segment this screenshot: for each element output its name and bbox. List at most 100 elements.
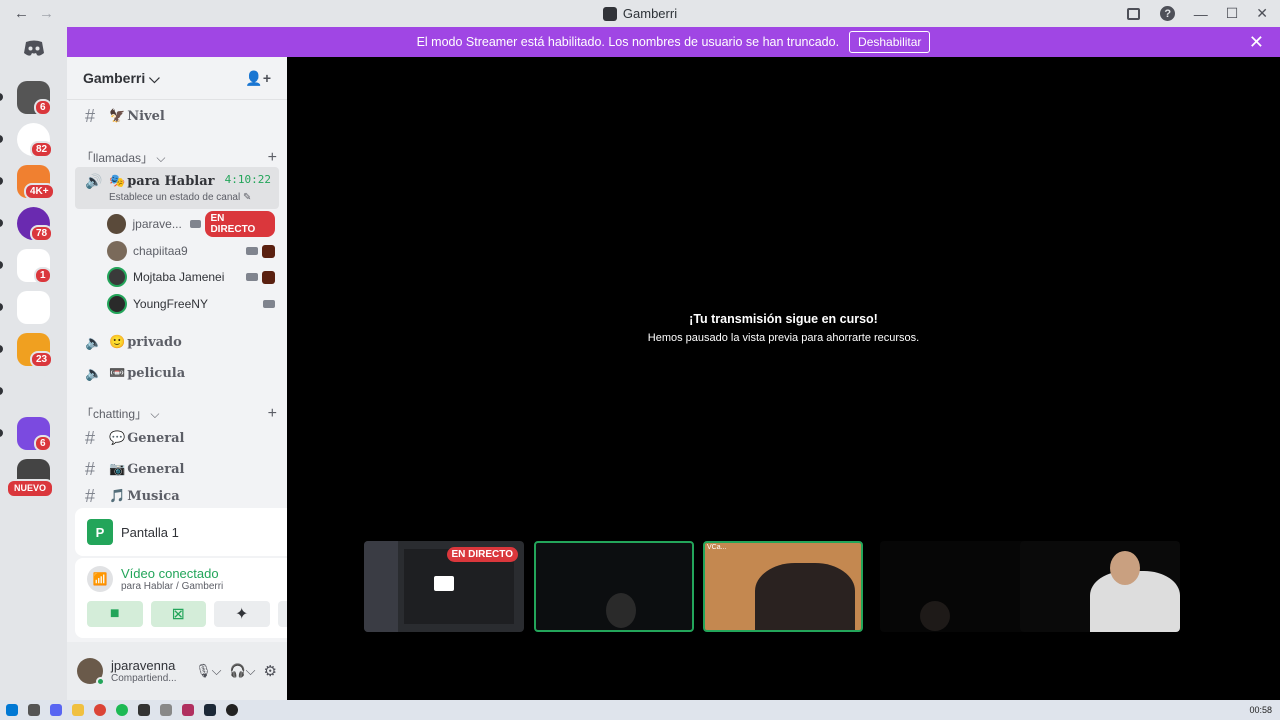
user-status: Compartiend...: [111, 673, 177, 684]
voice-member[interactable]: Mojtaba Jamenei: [107, 265, 275, 289]
server-icon-6[interactable]: [17, 291, 50, 324]
user-panel: jparavenna Compartiend... 🎙⌵ 🎧⌵ ⚙: [67, 642, 287, 700]
screen-share-title: Pantalla 1: [121, 524, 179, 540]
add-channel-icon[interactable]: +: [268, 149, 277, 167]
server-icon: [602, 6, 617, 21]
video-stage: ¡Tu transmisión sigue en curso! Hemos pa…: [287, 57, 1280, 700]
settings-gear-icon[interactable]: [28, 704, 40, 716]
steam-icon[interactable]: [204, 704, 216, 716]
channel-status[interactable]: Establece un estado de canal ✎: [109, 192, 279, 203]
maximize-button[interactable]: ☐: [1226, 5, 1239, 22]
camera-icon: [189, 220, 202, 228]
monitor-icon: [434, 576, 454, 591]
app-icon[interactable]: [182, 704, 194, 716]
close-banner-icon[interactable]: ✕: [1249, 32, 1264, 53]
speaker-locked-icon: 🔈: [85, 333, 103, 350]
activities-button[interactable]: ✦: [214, 601, 270, 627]
speaker-icon: 🔈: [85, 364, 103, 381]
mention-badge: 82: [30, 141, 54, 158]
video-tile-stream[interactable]: EN DIRECTO: [364, 541, 524, 632]
windows-start-icon[interactable]: [6, 704, 18, 716]
mention-badge: 23: [30, 351, 54, 368]
server-header[interactable]: Gamberri ⌵ 👤+: [67, 57, 287, 100]
obs-icon[interactable]: [226, 704, 238, 716]
speaker-icon: 🔊: [85, 173, 103, 189]
server-list: 6 82 4K+ 78 1 23 6 NUEVO: [0, 27, 67, 700]
os-taskbar: 00:58: [0, 700, 1280, 720]
server-icon-8[interactable]: [17, 375, 50, 408]
tile-label: VCa...: [707, 544, 727, 551]
banner-text: El modo Streamer está habilitado. Los no…: [416, 35, 840, 49]
camera-icon: [246, 247, 258, 255]
help-icon[interactable]: ?: [1160, 6, 1176, 22]
video-tile-camera[interactable]: VCa...: [703, 541, 863, 632]
microphone-icon[interactable]: 🎙⌵: [195, 663, 221, 679]
live-badge: EN DIRECTO: [205, 211, 275, 237]
connection-icon[interactable]: 📶: [87, 566, 113, 592]
channel-pelicula[interactable]: 🔈 📼 pelicula: [75, 358, 279, 388]
chrome-icon[interactable]: [94, 704, 106, 716]
voice-timer: 4:10:22: [224, 173, 271, 186]
video-tile-camera[interactable]: [1020, 541, 1180, 632]
voice-status[interactable]: Vídeo conectado: [121, 566, 223, 581]
channel-emoji-icon: 🎭: [109, 173, 126, 188]
category-chatting[interactable]: 「chatting」 ⌵ +: [81, 405, 277, 423]
stream-title: ¡Tu transmisión sigue en curso!: [689, 312, 878, 326]
close-window-button[interactable]: ✕: [1256, 5, 1268, 22]
terminal-icon[interactable]: [138, 704, 150, 716]
category-llamadas[interactable]: 「llamadas」 ⌵ +: [81, 149, 277, 167]
channel-emoji-icon: 🦅: [109, 108, 126, 123]
spotify-icon[interactable]: [116, 704, 128, 716]
stream-subtitle: Hemos pausado la vista previa para ahorr…: [647, 332, 920, 344]
avatar: [107, 241, 127, 261]
voice-member[interactable]: chapiitaa9: [107, 239, 275, 263]
channel-general-2[interactable]: # 📷 General: [75, 454, 279, 484]
settings-gear-icon[interactable]: ⚙: [264, 662, 277, 680]
forward-button[interactable]: →: [39, 5, 54, 22]
camera-icon: [263, 300, 275, 308]
minimize-button[interactable]: —: [1194, 6, 1208, 22]
channel-emoji-icon: 💬: [109, 430, 126, 445]
mention-badge: 78: [30, 225, 54, 242]
file-explorer-icon[interactable]: [72, 704, 84, 716]
screen-share-button[interactable]: ⊠: [150, 601, 206, 627]
add-member-icon[interactable]: 👤+: [245, 70, 271, 87]
disable-streamer-button[interactable]: Deshabilitar: [849, 31, 931, 53]
avatar[interactable]: [77, 658, 105, 686]
activity-icon: [262, 244, 275, 258]
discord-home-icon[interactable]: [17, 32, 50, 65]
text-channel-icon: #: [85, 458, 96, 479]
text-channel-icon: #: [85, 427, 96, 448]
channel-emoji-icon: 🎵: [109, 488, 126, 503]
voice-member[interactable]: YoungFreeNY: [107, 292, 275, 316]
clock[interactable]: 00:58: [1249, 705, 1272, 715]
voice-channel-active[interactable]: 🔊 🎭 para Hablar 4:10:22 Establece un esta…: [75, 167, 279, 209]
window-title: Gamberri: [622, 6, 678, 21]
screen-share-icon: P: [87, 519, 113, 545]
channel-emoji-icon: 📼: [109, 365, 126, 380]
headphones-icon[interactable]: 🎧⌵: [230, 663, 256, 679]
username[interactable]: jparavenna: [111, 658, 177, 673]
app-icon[interactable]: [160, 704, 172, 716]
camera-button[interactable]: ■: [87, 601, 143, 627]
channel-privado[interactable]: 🔈 🙂 privado: [75, 327, 279, 357]
new-badge: NUEVO: [6, 479, 55, 498]
voice-member[interactable]: jparave... EN DIRECTO: [107, 211, 275, 237]
video-tile-camera[interactable]: [880, 541, 1040, 632]
channel-general-1[interactable]: # 💬 General: [75, 423, 279, 453]
mention-badge: 6: [34, 435, 52, 452]
channel-musica[interactable]: # 🎵 Musica: [75, 485, 279, 507]
avatar: [107, 267, 127, 287]
channel-nivel[interactable]: # 🦅 Nivel: [75, 101, 279, 131]
text-channel-icon: #: [85, 485, 96, 506]
inbox-icon[interactable]: [1126, 6, 1142, 22]
video-tile-camera[interactable]: [534, 541, 694, 632]
voice-channel-path[interactable]: para Hablar / Gamberri: [121, 581, 223, 592]
mention-badge: 1: [34, 267, 52, 284]
mention-badge: 6: [34, 99, 52, 116]
text-channel-icon: #: [85, 105, 96, 126]
discord-app-icon[interactable]: [50, 704, 62, 716]
back-button[interactable]: ←: [14, 5, 29, 22]
avatar: [107, 214, 127, 234]
add-channel-icon[interactable]: +: [268, 405, 277, 423]
